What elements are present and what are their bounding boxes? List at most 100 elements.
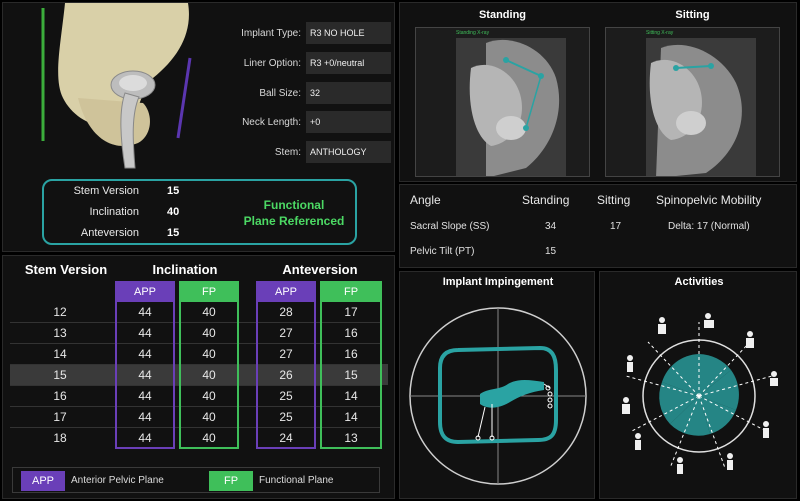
table-cell: 16	[344, 326, 358, 340]
plane-legend: APP Anterior Pelvic Plane FP Functional …	[12, 467, 380, 493]
activity-run-icon	[627, 355, 633, 372]
anteversion-app-header: APP	[258, 283, 314, 302]
inclination-value: 40	[167, 206, 180, 218]
anteversion-fp-header: FP	[322, 283, 380, 302]
table-cell: 44	[138, 368, 152, 382]
stem-cell: 13	[53, 326, 67, 340]
table-cell: 40	[202, 326, 216, 340]
ball-size-value: 32	[306, 82, 391, 104]
spinopelvic-header-mobility: Spinopelvic Mobility	[656, 193, 762, 207]
standing-xray-image	[456, 38, 566, 176]
sacral-slope-standing: 34	[545, 221, 557, 232]
table-cell: 44	[138, 347, 152, 361]
table-cell: 44	[138, 326, 152, 340]
stem-cell: 14	[53, 347, 67, 361]
liner-option-value: R3 +0/neutral	[306, 52, 391, 74]
sitting-title: Sitting	[675, 9, 710, 21]
anteversion-value: 15	[167, 227, 180, 239]
table-cell: 17	[344, 305, 358, 319]
app-legend-badge: APP	[21, 471, 65, 491]
table-cell: 40	[202, 410, 216, 424]
standing-xray: Standing X-ray	[415, 27, 590, 177]
header-stem-version: Stem Version	[24, 262, 108, 277]
spinopelvic-header-sitting: Sitting	[597, 193, 631, 207]
sacral-slope-label: Sacral Slope (SS)	[410, 221, 490, 232]
sacral-slope-mobility: Delta: 17 (Normal)	[668, 221, 750, 232]
activities-title: Activities	[674, 276, 724, 288]
stem-version-value: 15	[167, 185, 180, 197]
functional-plane-referenced: Functional Plane Referenced	[234, 197, 354, 229]
reference-line1: Functional	[263, 198, 325, 212]
standing-title: Standing	[478, 9, 527, 21]
table-cell: 28	[279, 305, 293, 319]
spinopelvic-header-angle: Angle	[410, 193, 441, 207]
table-cell: 44	[138, 431, 152, 445]
inclination-row: Inclination 40	[49, 206, 189, 220]
activity-squat-icon	[770, 371, 778, 386]
activity-stairs-icon	[635, 433, 641, 450]
pelvic-tilt-label: Pelvic Tilt (PT)	[410, 246, 475, 257]
table-cell: 44	[138, 389, 152, 403]
inclination-fp-column: FP 40 40 40 40 40 40 40	[179, 281, 239, 449]
table-cell: 40	[202, 305, 216, 319]
activity-chair-icon	[746, 331, 754, 348]
impingement-diagram	[409, 307, 587, 485]
sitting-xray: Sitting X-ray	[605, 27, 780, 177]
implant-type-value: R3 NO HOLE	[306, 22, 391, 44]
table-cell: 27	[279, 347, 293, 361]
anteversion-app-column: APP 28 27 27 26 25 25 24	[256, 281, 316, 449]
anteversion-label: Anteversion	[80, 227, 139, 239]
neck-length-value: +0	[306, 111, 391, 133]
spinopelvic-header-standing: Standing	[522, 193, 570, 207]
table-cell: 44	[138, 305, 152, 319]
stem-cell: 18	[53, 431, 67, 445]
activity-climb-icon	[622, 397, 630, 414]
table-cell: 40	[202, 347, 216, 361]
activities-radar	[622, 313, 778, 474]
header-inclination: Inclination	[152, 262, 218, 277]
activity-reach-icon	[677, 457, 683, 474]
sacral-slope-sitting: 17	[610, 221, 622, 232]
table-cell: 14	[344, 389, 358, 403]
anteversion-row: Anteversion 15	[49, 227, 189, 241]
table-cell: 15	[344, 368, 358, 382]
table-cell: 13	[344, 431, 358, 445]
table-cell: 25	[279, 389, 293, 403]
inclination-label: Inclination	[89, 206, 139, 218]
inclination-fp-header: FP	[181, 283, 237, 302]
fp-legend-badge: FP	[209, 471, 253, 491]
spinopelvic-panel: Angle Standing Sitting Spinopelvic Mobil…	[399, 184, 797, 268]
impingement-panel: Implant Impingement	[399, 271, 595, 499]
stem-version-row: Stem Version 15	[49, 185, 189, 199]
table-cell: 40	[202, 368, 216, 382]
anteversion-fp-column: FP 17 16 16 15 14 14 13	[320, 281, 382, 449]
app-legend-text: Anterior Pelvic Plane	[71, 475, 164, 486]
implant-type-label: Implant Type:	[241, 28, 301, 39]
pelvis-implant-render	[41, 3, 192, 169]
inclination-app-column: APP 44 44 44 44 44 44 44	[115, 281, 175, 449]
activity-bend-icon	[704, 313, 714, 328]
table-cell: 16	[344, 347, 358, 361]
activity-sit-icon	[658, 317, 666, 334]
impingement-title: Implant Impingement	[442, 276, 554, 288]
stem-cell: 15	[53, 368, 67, 382]
reference-line2: Plane Referenced	[243, 214, 345, 228]
table-cell: 25	[279, 410, 293, 424]
neck-length-label: Neck Length:	[242, 117, 301, 128]
table-cell: 26	[279, 368, 293, 382]
stem-cell: 16	[53, 389, 67, 403]
table-cell: 14	[344, 410, 358, 424]
table-cell: 40	[202, 389, 216, 403]
liner-option-label: Liner Option:	[243, 58, 301, 69]
stem-cell: 12	[53, 305, 67, 319]
ball-size-label: Ball Size:	[259, 88, 301, 99]
stem-label: Stem:	[274, 147, 301, 158]
fp-legend-text: Functional Plane	[259, 475, 334, 486]
header-anteversion: Anteversion	[282, 262, 358, 277]
table-cell: 27	[279, 326, 293, 340]
table-cell: 44	[138, 410, 152, 424]
activity-kneel-icon	[727, 453, 733, 470]
table-cell: 24	[279, 431, 293, 445]
stem-version-label: Stem Version	[73, 185, 139, 197]
activity-walk-icon	[763, 421, 769, 438]
